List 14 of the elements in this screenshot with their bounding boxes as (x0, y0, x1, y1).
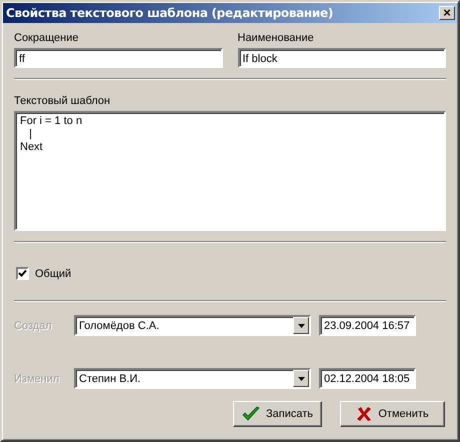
window-title: Свойства текстового шаблона (редактирование) (6, 6, 334, 20)
cancel-button[interactable]: Отменить (340, 401, 445, 427)
save-button[interactable]: Записать (232, 401, 322, 427)
field-label: Наименование (238, 31, 315, 45)
field-label: Текстовый шаблон (14, 94, 112, 108)
input-field[interactable]: If block (238, 48, 446, 68)
close-button[interactable]: × (439, 6, 455, 20)
field-label: Сокращение (14, 31, 80, 45)
checkbox[interactable] (16, 267, 29, 280)
template-field[interactable]: For i = 1 to n | Next (14, 111, 446, 231)
cross-icon (356, 406, 372, 422)
checkmark-icon (242, 406, 260, 422)
checkbox-label: Общий (35, 268, 72, 280)
input-field[interactable]: ff (14, 48, 222, 68)
